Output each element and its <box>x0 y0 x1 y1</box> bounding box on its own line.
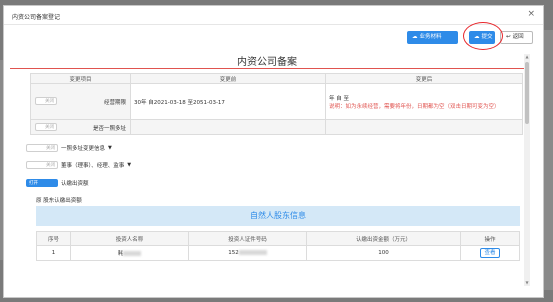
header-item: 变更项目 <box>30 73 131 84</box>
back-label: 返回 <box>512 34 524 40</box>
record-dialog: 内资公司备案登记 × ☁ 业务材料 ☁ 提交 ↩ 返回 内资公司备案 变更项目 … <box>3 5 544 298</box>
after-cell <box>325 119 523 135</box>
business-materials-button[interactable]: ☁ 业务材料 <box>407 31 458 44</box>
toolbar: ☁ 业务材料 ☁ 提交 ↩ 返回 <box>4 25 543 51</box>
multi-address-row: 关闭 一照多址变更信息 ▼ <box>26 144 112 152</box>
table-row: 关闭 经营期限 30年 自2021-03-18 至2051-03-17 年 自 … <box>30 83 523 120</box>
header-amount: 认缴出资金额（万元） <box>306 231 461 246</box>
header-name: 投资人名称 <box>70 231 189 246</box>
toggle-switch[interactable]: 关闭 <box>35 122 57 131</box>
change-record-table: 变更项目 变更前 变更后 关闭 经营期限 30年 自2021-03-18 至20… <box>30 73 523 135</box>
after-cell[interactable]: 年 自 至 说明：如为永续经营，需要将年份，日期都为空（双击日期可变为空） <box>325 83 523 120</box>
chevron-down-icon[interactable]: ▼ <box>127 162 131 168</box>
item-cell: 关闭 经营期限 <box>30 83 131 120</box>
capital-row: 打开 认缴出资额 <box>26 179 89 187</box>
header-index: 序号 <box>36 231 71 246</box>
name-cell: 耗 <box>70 245 189 261</box>
after-note: 说明：如为永续经营，需要将年份，日期都为空（双击日期可变为空） <box>329 103 500 110</box>
scroll-down-icon[interactable]: ▼ <box>524 280 530 286</box>
scroll-up-icon[interactable]: ▲ <box>524 54 530 60</box>
row-label: 认缴出资额 <box>61 181 89 187</box>
toggle-switch[interactable]: 关闭 <box>26 161 58 169</box>
header-before: 变更前 <box>130 73 326 84</box>
before-cell: 30年 自2021-03-18 至2051-03-17 <box>130 83 326 120</box>
highlight-circle <box>463 22 503 50</box>
before-cell <box>130 119 326 135</box>
header-id: 投资人证件号码 <box>188 231 307 246</box>
close-icon[interactable]: × <box>527 10 535 19</box>
redacted-mark <box>238 250 267 255</box>
toggle-switch[interactable]: 打开 <box>26 179 58 187</box>
item-label: 是否一照多址 <box>92 125 126 132</box>
id-text: 152 <box>228 250 239 256</box>
table-row: 关闭 是否一照多址 <box>30 119 523 135</box>
toggle-switch[interactable]: 关闭 <box>35 97 57 105</box>
dialog-title: 内资公司备案登记 <box>12 14 61 21</box>
dialog-header: 内资公司备案登记 × <box>4 6 543 25</box>
header-action: 操作 <box>460 231 520 246</box>
page-title: 内资公司备案 <box>237 57 297 68</box>
redacted-mark <box>123 251 142 256</box>
row-label: 董事（理事）、经理、监事 <box>61 163 125 169</box>
natural-person-section-title: 自然人股东信息 <box>36 206 520 226</box>
item-label: 经营期限 <box>103 100 126 106</box>
toggle-switch[interactable]: 关闭 <box>26 144 58 152</box>
after-value: 年 自 至 <box>329 95 349 102</box>
index-cell: 1 <box>36 245 71 261</box>
form-content: 内资公司备案 变更项目 变更前 变更后 关闭 经营期限 30年 自2021-03… <box>10 51 524 281</box>
amount-cell: 100 <box>306 245 461 261</box>
item-cell: 关闭 是否一照多址 <box>30 119 131 135</box>
scrollbar-thumb[interactable] <box>525 62 529 124</box>
header-after: 变更后 <box>325 73 523 84</box>
view-button[interactable]: 查看 <box>480 248 500 258</box>
directors-row: 关闭 董事（理事）、经理、监事 ▼ <box>26 161 131 169</box>
back-button[interactable]: ↩ 返回 <box>500 31 533 44</box>
table-row: 1 耗 152 100 查看 <box>36 245 520 261</box>
business-materials-label: 业务材料 <box>419 34 442 40</box>
action-cell: 查看 <box>460 245 520 261</box>
back-arrow-icon: ↩ <box>506 34 511 40</box>
id-cell: 152 <box>188 245 307 261</box>
original-shareholder-label: 原 股东认缴出资额 <box>36 198 82 204</box>
cloud-upload-icon: ☁ <box>412 34 418 40</box>
row-label: 一照多址变更信息 <box>61 146 106 152</box>
vertical-scrollbar[interactable]: ▲ ▼ <box>524 54 530 286</box>
shareholder-table: 序号 投资人名称 投资人证件号码 认缴出资金额（万元） 操作 1 耗 152 1… <box>36 231 520 261</box>
chevron-down-icon[interactable]: ▼ <box>108 145 112 151</box>
background-edge-right <box>544 30 553 290</box>
title-divider <box>10 68 524 69</box>
